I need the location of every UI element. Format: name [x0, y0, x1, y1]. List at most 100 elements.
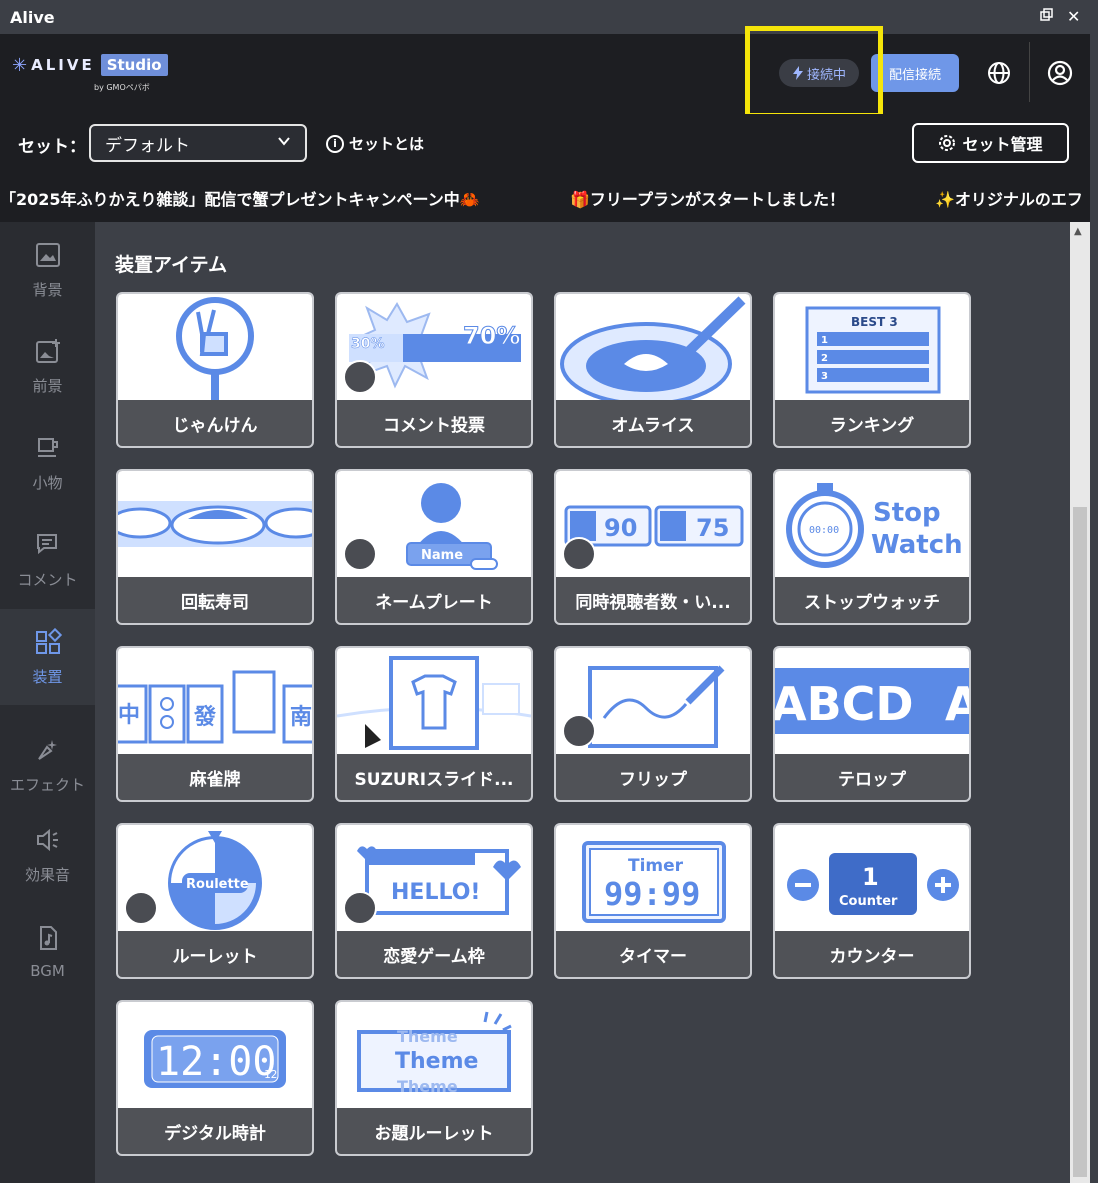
mahjong-tiles-icon: 中 發 南	[118, 670, 312, 744]
sidebar-item-label: 背景	[32, 280, 63, 299]
item-card-theme-roulette[interactable]: Theme Theme Theme お題ルーレット	[335, 1000, 533, 1156]
love-game-text: HELLO!	[391, 880, 480, 905]
sidebar-item-bgm[interactable]: BGM	[0, 904, 95, 1000]
sidebar-item-comment[interactable]: コメント	[0, 512, 95, 608]
set-manage-label: セット管理	[962, 137, 1043, 154]
item-thumbnail: BEST 3 1 2 3	[775, 294, 969, 400]
sidebar-item-sound-effect[interactable]: 効果音	[0, 807, 95, 903]
scroll-up-icon[interactable]: ▲	[1074, 226, 1082, 237]
scrollbar-thumb[interactable]	[1073, 507, 1087, 1177]
janken-hand-icon	[176, 297, 254, 400]
set-manage-button[interactable]: セット管理	[912, 123, 1069, 163]
item-thumbnail	[118, 294, 312, 400]
sidebar-item-devices[interactable]: 装置	[0, 609, 95, 705]
item-card-roulette[interactable]: Roulette ルーレット	[116, 823, 314, 979]
theme-text-bottom: Theme	[397, 1077, 458, 1096]
logo-sub: by GMOペパボ	[94, 83, 150, 92]
window-right-border	[1090, 34, 1098, 1183]
device-items-panel: 装置アイテム じゃんけん 30% 70% コメント投票 オムライス BEST 3…	[95, 222, 1070, 1183]
item-label: 同時視聴者数・い...	[575, 592, 731, 613]
item-card-stopwatch[interactable]: 00:00 Stop Watch ストップウォッチ	[773, 469, 971, 625]
section-title: 装置アイテム	[115, 254, 228, 276]
sidebar-item-label: エフェクト	[9, 775, 85, 794]
item-label: ルーレット	[172, 946, 258, 967]
vote-high-text: 70%	[463, 322, 520, 350]
item-card-nameplate[interactable]: Name ネームプレート	[335, 469, 533, 625]
theme-roulette-icon: Theme Theme Theme	[357, 1011, 512, 1096]
comment-icon	[36, 533, 57, 554]
item-card-mahjong[interactable]: 中 發 南 麻雀牌	[116, 646, 314, 802]
clock-time-text: 12:00	[156, 1039, 276, 1085]
mahjong-tile-2: 發	[193, 705, 216, 730]
suzuri-tshirt-icon	[337, 656, 531, 750]
sidebar-item-background[interactable]: 背景	[0, 222, 95, 318]
sidebar-item-foreground[interactable]: 前景	[0, 318, 95, 414]
globe-icon[interactable]	[987, 61, 1011, 85]
item-card-digital-clock[interactable]: 12:00 12 デジタル時計	[116, 1000, 314, 1156]
premium-badge-icon	[562, 714, 596, 748]
item-label: タイマー	[619, 946, 687, 967]
logo: ✳ ALIVE Studio by GMOペパボ	[12, 54, 168, 92]
restore-icon[interactable]	[1040, 8, 1054, 26]
stopwatch-time-text: 00:00	[809, 525, 839, 536]
timer-icon: Timer 99:99	[582, 841, 726, 923]
ranking-3-text: 3	[821, 371, 828, 382]
item-card-love-game-frame[interactable]: HELLO! 恋愛ゲーム枠	[335, 823, 533, 979]
telop-text-2: A	[945, 677, 969, 731]
item-card-timer[interactable]: Timer 99:99 タイマー	[554, 823, 752, 979]
widgets-icon	[35, 627, 62, 654]
mahjong-tile-1: 中	[118, 703, 140, 728]
item-card-counter[interactable]: 1 Counter カウンター	[773, 823, 971, 979]
item-thumbnail	[118, 471, 312, 577]
item-card-sushi[interactable]: 回転寿司	[116, 469, 314, 625]
stopwatch-text-1: Stop	[873, 498, 941, 528]
vote-low-text: 30%	[351, 336, 385, 352]
item-card-janken[interactable]: じゃんけん	[116, 292, 314, 448]
theme-text-main: Theme	[395, 1049, 478, 1074]
sidebar-item-label: 前景	[32, 376, 63, 395]
sidebar-item-label: コメント	[17, 570, 78, 589]
user-account-icon[interactable]	[1047, 60, 1073, 86]
item-label: 回転寿司	[181, 592, 249, 613]
set-help-label: セットとは	[349, 135, 425, 153]
ticker-item[interactable]: 「2025年ふりかえり雑談」配信で蟹プレゼントキャンペーン中🦀	[0, 186, 480, 210]
item-thumbnail: Theme Theme Theme	[337, 1002, 531, 1108]
like-count-value: 75	[696, 514, 729, 542]
set-help-link[interactable]: i セットとは	[326, 133, 424, 154]
item-card-telop[interactable]: ABCD A テロップ	[773, 646, 971, 802]
scrollbar[interactable]: ▲	[1070, 222, 1090, 1183]
item-label: 麻雀牌	[189, 769, 241, 790]
news-ticker: 「2025年ふりかえり雑談」配信で蟹プレゼントキャンペーン中🦀 🎁フリープランが…	[0, 172, 1090, 222]
item-thumbnail: 00:00 Stop Watch	[775, 471, 969, 577]
title-bar: Alive ✕	[0, 0, 1098, 34]
image-plus-icon	[35, 338, 60, 363]
stream-connect-button[interactable]: 配信接続	[871, 54, 959, 92]
set-label: セット：	[18, 137, 86, 157]
item-card-flip[interactable]: フリップ	[554, 646, 752, 802]
sidebar-item-effect[interactable]: エフェクト	[0, 717, 95, 813]
ranking-board-icon: BEST 3 1 2 3	[805, 306, 941, 394]
ticker-item[interactable]: ✨オリジナルのエフ	[935, 186, 1083, 210]
header-divider	[1029, 42, 1030, 102]
item-card-omurice[interactable]: オムライス	[554, 292, 752, 448]
item-card-ranking[interactable]: BEST 3 1 2 3 ランキング	[773, 292, 971, 448]
set-select[interactable]: デフォルト	[89, 124, 307, 162]
stopwatch-icon: 00:00 Stop Watch	[786, 483, 963, 568]
mahjong-tile-3: 南	[290, 705, 312, 730]
item-card-suzuri-slide[interactable]: SUZURIスライド...	[335, 646, 533, 802]
gear-icon	[939, 135, 956, 151]
premium-badge-icon	[343, 360, 377, 394]
telop-icon: ABCD A	[775, 668, 969, 734]
item-card-comment-vote[interactable]: 30% 70% コメント投票	[335, 292, 533, 448]
item-card-viewer-count[interactable]: 90 75 同時視聴者数・い...	[554, 469, 752, 625]
omurice-icon	[560, 296, 746, 400]
item-label: 恋愛ゲーム枠	[383, 946, 485, 967]
premium-badge-icon	[343, 537, 377, 571]
item-label: オムライス	[611, 415, 695, 436]
close-button[interactable]: ✕	[1067, 7, 1080, 26]
sidebar-item-props[interactable]: 小物	[0, 415, 95, 511]
ticker-item[interactable]: 🎁フリープランがスタートしました！	[570, 186, 845, 210]
connection-highlight-box	[745, 26, 883, 118]
app-header: ✳ ALIVE Studio by GMOペパボ 接続中 配信接続	[0, 34, 1090, 114]
sidebar-item-label: 効果音	[24, 865, 70, 884]
